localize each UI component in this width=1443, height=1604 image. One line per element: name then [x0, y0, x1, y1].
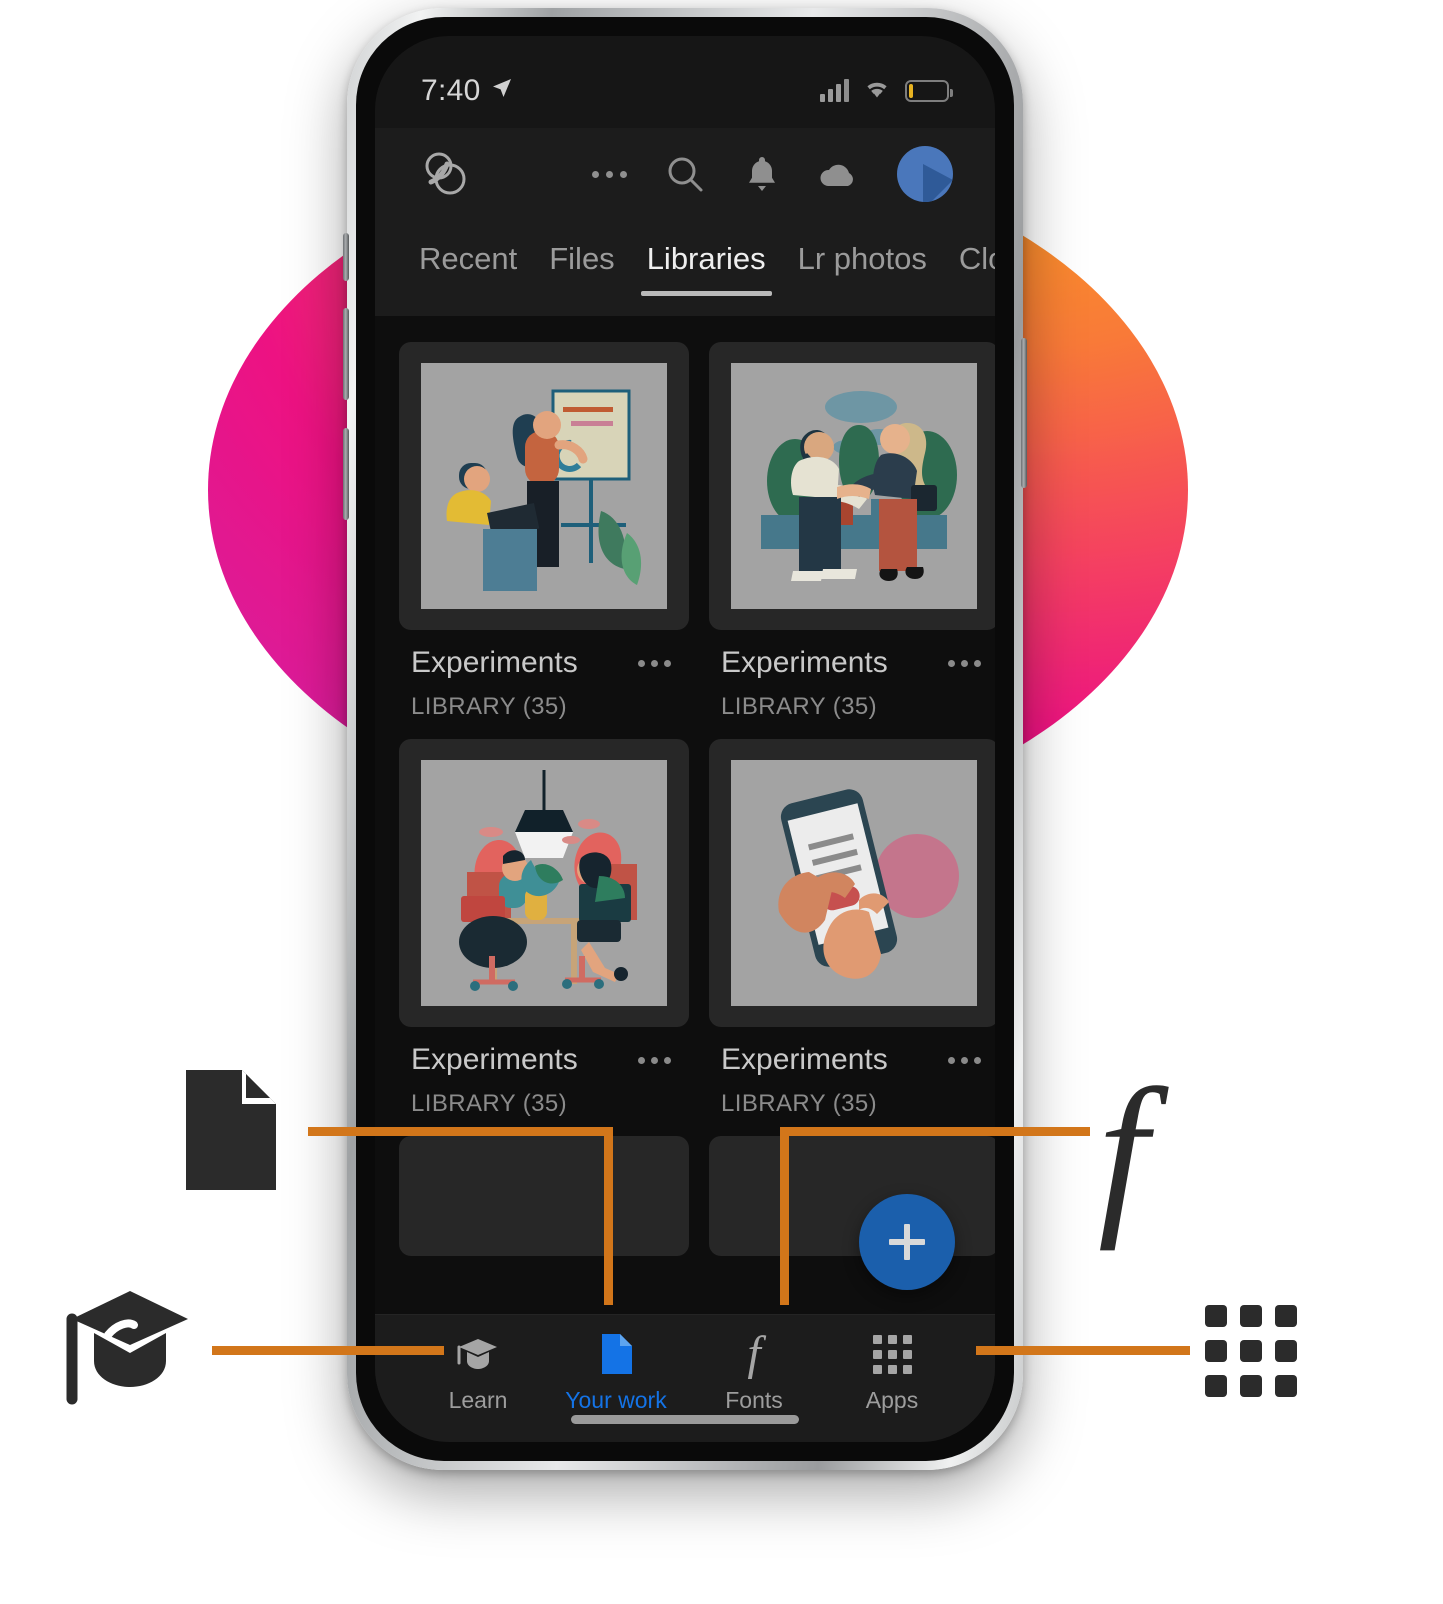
library-card-meta: Experiments LIBRARY (35)	[709, 630, 995, 721]
library-card-thumbnail[interactable]	[709, 739, 995, 1027]
phone-screen: 7:40 Recent Files Libraries Lr photos Cl…	[375, 36, 995, 1442]
library-card-thumbnail[interactable]	[399, 342, 689, 630]
apps-grid-icon	[872, 1331, 912, 1377]
library-card-overflow-icon[interactable]	[638, 1056, 677, 1064]
annotation-graduation-cap-icon	[62, 1287, 197, 1409]
document-icon	[598, 1331, 634, 1377]
library-card-title-row: Experiments	[721, 1043, 987, 1077]
library-card[interactable]: Experiments LIBRARY (35)	[709, 342, 995, 721]
library-card-title: Experiments	[411, 646, 578, 679]
connector-learn-horizontal	[212, 1346, 444, 1355]
library-card-subtitle: LIBRARY (35)	[411, 693, 567, 720]
tab-recent[interactable]: Recent	[403, 230, 533, 280]
annotation-apps-grid-icon	[1205, 1305, 1297, 1397]
cellular-signal-icon	[820, 79, 849, 102]
battery-low-icon	[905, 80, 953, 102]
illustration-handshake-outdoors	[731, 363, 977, 609]
overflow-menu-icon[interactable]	[592, 170, 627, 178]
library-card-title: Experiments	[721, 1043, 888, 1076]
status-time: 7:40	[421, 74, 481, 107]
annotation-font-f-icon: f	[1098, 1052, 1149, 1251]
library-card-title: Experiments	[721, 646, 888, 679]
phone-volume-up-button[interactable]	[343, 308, 349, 400]
nav-item-apps[interactable]: Apps	[823, 1331, 961, 1414]
tab-files[interactable]: Files	[533, 230, 630, 280]
library-grid: Experiments LIBRARY (35) Experiments LIB…	[375, 316, 995, 1314]
tab-libraries[interactable]: Libraries	[631, 230, 782, 296]
nav-item-your-work[interactable]: Your work	[547, 1331, 685, 1414]
phone-power-button[interactable]	[1021, 338, 1027, 488]
avatar[interactable]	[897, 146, 953, 202]
connector-fonts-vertical	[780, 1127, 789, 1305]
library-card-subtitle: LIBRARY (35)	[721, 1090, 877, 1117]
tab-cloud-docs[interactable]: Cloud docs	[943, 230, 995, 280]
phone-silent-switch[interactable]	[343, 233, 349, 281]
phone-device-frame: 7:40 Recent Files Libraries Lr photos Cl…	[343, 8, 1027, 1470]
library-card-overflow-icon[interactable]	[948, 659, 987, 667]
illustration-hands-holding-phone	[731, 760, 977, 1006]
plus-icon	[887, 1222, 927, 1262]
library-card-thumbnail[interactable]	[709, 342, 995, 630]
graduation-cap-icon	[456, 1331, 500, 1377]
connector-fonts-horizontal	[780, 1127, 1090, 1136]
library-card-thumbnail[interactable]	[399, 739, 689, 1027]
phone-volume-down-button[interactable]	[343, 428, 349, 520]
phone-bezel: 7:40 Recent Files Libraries Lr photos Cl…	[356, 17, 1014, 1461]
library-card-meta: Experiments LIBRARY (35)	[399, 1027, 689, 1118]
screenshot-stage: 7:40 Recent Files Libraries Lr photos Cl…	[0, 0, 1443, 1604]
location-arrow-icon	[490, 74, 514, 108]
library-card-title-row: Experiments	[411, 1043, 677, 1077]
header-actions	[592, 146, 953, 202]
home-indicator	[571, 1415, 799, 1424]
tab-lr-photos[interactable]: Lr photos	[782, 230, 943, 280]
nav-label-fonts: Fonts	[725, 1387, 783, 1413]
library-card-subtitle: LIBRARY (35)	[411, 1090, 567, 1117]
nav-item-learn[interactable]: Learn	[409, 1331, 547, 1414]
connector-apps-horizontal	[976, 1346, 1190, 1355]
library-card-meta: Experiments LIBRARY (35)	[399, 630, 689, 721]
nav-item-fonts[interactable]: f Fonts	[685, 1327, 823, 1414]
library-card-title: Experiments	[411, 1043, 578, 1076]
nav-label-apps: Apps	[865, 1387, 919, 1413]
create-library-fab[interactable]	[859, 1194, 955, 1290]
connector-your-work-horizontal	[308, 1127, 612, 1136]
nav-label-learn: Learn	[448, 1387, 508, 1413]
library-card-subtitle: LIBRARY (35)	[721, 693, 877, 720]
cloud-icon[interactable]	[817, 158, 861, 190]
library-card[interactable]: Experiments LIBRARY (35)	[399, 342, 689, 721]
illustration-presentation-whiteboard	[421, 363, 667, 609]
illustration-coworking-desks	[421, 760, 667, 1006]
library-card-meta: Experiments LIBRARY (35)	[709, 1027, 995, 1118]
font-f-icon: f	[747, 1327, 761, 1380]
search-icon[interactable]	[663, 152, 707, 196]
notifications-bell-icon[interactable]	[743, 153, 781, 195]
library-card-overflow-icon[interactable]	[638, 659, 677, 667]
library-card-overflow-icon[interactable]	[948, 1056, 987, 1064]
status-bar-right	[820, 78, 953, 105]
library-card-title-row: Experiments	[411, 646, 677, 680]
connector-your-work-vertical	[604, 1127, 613, 1305]
annotation-document-icon	[182, 1068, 278, 1192]
library-card[interactable]: Experiments LIBRARY (35)	[709, 739, 995, 1118]
creative-cloud-logo[interactable]	[417, 146, 473, 202]
library-card-partial[interactable]	[399, 1136, 689, 1256]
status-bar-left: 7:40	[421, 74, 514, 108]
nav-label-your-work: Your work	[565, 1387, 667, 1413]
tab-bar: Recent Files Libraries Lr photos Cloud d…	[375, 220, 995, 316]
app-header	[375, 128, 995, 220]
status-bar: 7:40	[375, 36, 995, 128]
library-card-title-row: Experiments	[721, 646, 987, 680]
wifi-icon	[863, 78, 891, 105]
library-card[interactable]: Experiments LIBRARY (35)	[399, 739, 689, 1118]
